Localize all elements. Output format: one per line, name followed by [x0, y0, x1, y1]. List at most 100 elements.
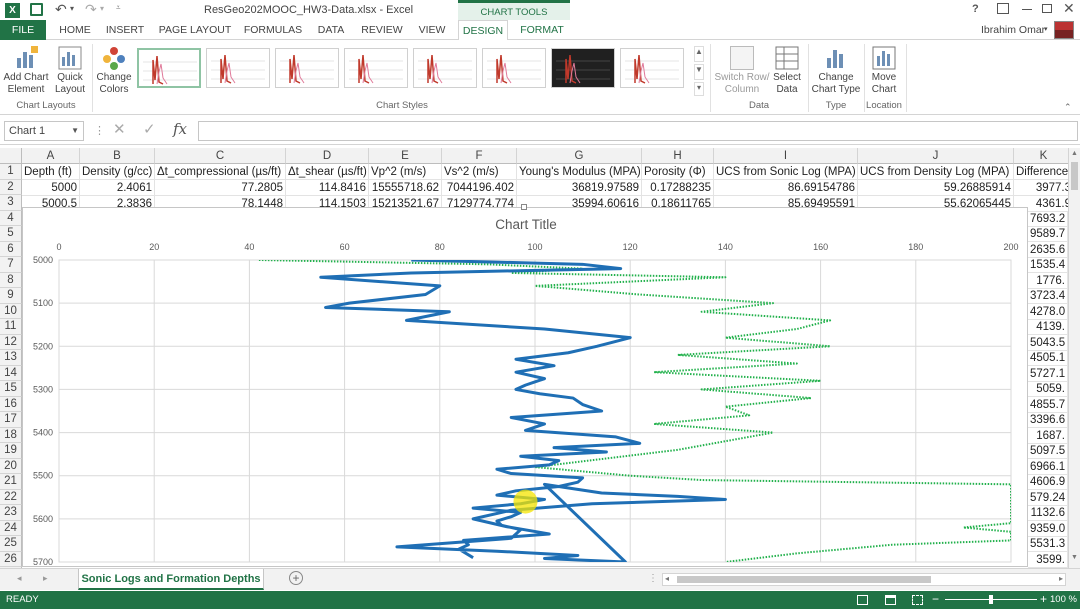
close-button[interactable]: ✕ [1063, 0, 1075, 17]
data-cell[interactable]: 86.69154786 [714, 180, 858, 196]
help-button[interactable]: ? [972, 3, 979, 15]
column-header[interactable]: A [22, 148, 80, 164]
row-header[interactable]: 19 [0, 443, 22, 459]
row-header[interactable]: 3 [0, 195, 22, 211]
undo-dropdown-icon[interactable]: ▾ [70, 4, 74, 13]
row-header[interactable]: 11 [0, 319, 22, 335]
row-header[interactable]: 1 [0, 164, 22, 180]
data-cell[interactable]: 3723.4 [1028, 288, 1068, 304]
zoom-slider-thumb[interactable] [989, 595, 993, 604]
chart-style-thumbnail[interactable] [413, 48, 477, 88]
row-header[interactable]: 16 [0, 396, 22, 412]
column-header[interactable]: E [369, 148, 442, 164]
redo-dropdown-icon[interactable]: ▾ [100, 4, 104, 13]
row-header[interactable]: 7 [0, 257, 22, 273]
data-cell[interactable]: 4505.1 [1028, 350, 1068, 366]
data-cell[interactable]: 5043.5 [1028, 334, 1068, 351]
chart-style-thumbnail[interactable] [620, 48, 684, 88]
enter-icon[interactable]: ✓ [143, 120, 156, 138]
chart-plot[interactable]: 0 20 40 60 80 100 120 140 160 180 200 5000 5100 5200 5… [23, 208, 1027, 566]
header-cell[interactable]: Young's Modulus (MPA) [517, 164, 642, 180]
data-cell[interactable]: 9359.0 [1028, 520, 1068, 537]
tab-insert[interactable]: INSERT [102, 20, 148, 40]
header-cell[interactable]: Vs^2 (m/s) [442, 164, 517, 180]
avatar[interactable] [1054, 21, 1074, 39]
column-header[interactable]: C [155, 148, 286, 164]
tab-review[interactable]: REVIEW [360, 20, 404, 40]
row-header[interactable]: 21 [0, 474, 22, 490]
data-cell[interactable]: 59.26885914 [858, 180, 1014, 196]
h-scroll-left-icon[interactable]: ◂ [665, 574, 669, 583]
customize-toolbar-icon[interactable]: ⩡ [116, 3, 121, 13]
data-cell[interactable]: 36819.97589 [517, 180, 642, 196]
quick-layout-button[interactable]: Quick Layout [52, 72, 88, 96]
chart-style-thumbnail[interactable] [137, 48, 201, 88]
h-scroll-thumb[interactable] [677, 576, 931, 583]
header-cell[interactable]: Δt_compressional (µs/ft) [155, 164, 286, 180]
tab-formulas[interactable]: FORMULAS [242, 20, 304, 40]
data-cell[interactable]: 4606.9 [1028, 474, 1068, 490]
user-name[interactable]: Ibrahim Omar [981, 24, 1045, 36]
header-cell[interactable]: Density (g/cc) [80, 164, 155, 180]
data-cell[interactable]: 7044196.402 [442, 180, 517, 196]
data-cell[interactable]: 5000 [22, 180, 80, 196]
data-cell[interactable]: 5059. [1028, 381, 1068, 397]
row-header[interactable]: 6 [0, 241, 22, 257]
row-header[interactable]: 17 [0, 412, 22, 428]
undo-icon[interactable]: ↶ [55, 1, 67, 18]
ribbon-display-options-icon[interactable] [997, 3, 1009, 14]
zoom-out-icon[interactable]: − [932, 592, 939, 606]
column-header[interactable]: K [1014, 148, 1068, 164]
row-header[interactable]: 8 [0, 272, 22, 288]
formula-input[interactable] [198, 121, 1078, 141]
tab-data[interactable]: DATA [313, 20, 349, 40]
scroll-up-icon[interactable]: ▲ [1071, 150, 1078, 157]
header-cell[interactable]: Vp^2 (m/s) [369, 164, 442, 180]
zoom-in-icon[interactable]: + [1040, 592, 1047, 606]
data-cell[interactable]: 77.2805 [155, 180, 286, 196]
sheet-tab-active[interactable]: Sonic Logs and Formation Depths [78, 569, 264, 590]
column-header[interactable]: D [286, 148, 369, 164]
data-cell[interactable]: 5531.3 [1028, 536, 1068, 552]
chart-style-thumbnail[interactable] [206, 48, 270, 88]
column-header[interactable]: F [442, 148, 517, 164]
header-cell[interactable]: Depth (ft) [22, 164, 80, 180]
header-cell[interactable]: Porosity (Φ) [642, 164, 714, 180]
chart-style-thumbnail[interactable] [551, 48, 615, 88]
zoom-slider[interactable] [945, 595, 1037, 604]
tab-view[interactable]: VIEW [414, 20, 450, 40]
move-chart-button[interactable]: Move Chart [864, 72, 904, 96]
row-header[interactable]: 25 [0, 536, 22, 552]
data-cell[interactable]: 0.17288235 [642, 180, 714, 196]
add-sheet-icon[interactable]: + [289, 571, 303, 585]
select-all-corner[interactable] [0, 148, 22, 164]
row-header[interactable]: 9 [0, 288, 22, 304]
data-cell[interactable]: 3396.6 [1028, 412, 1068, 428]
scroll-thumb[interactable] [1071, 162, 1078, 190]
tab-home[interactable]: HOME [52, 20, 98, 40]
chart-area[interactable]: Chart Title 0 20 40 60 80 100 120 140 160 180 200 5… [22, 204, 1028, 567]
data-cell[interactable]: 5097.5 [1028, 443, 1068, 459]
series-2-line[interactable] [258, 260, 1011, 562]
horizontal-scrollbar[interactable]: ◂ ▸ [662, 573, 1066, 586]
column-header[interactable]: H [642, 148, 714, 164]
row-header[interactable]: 13 [0, 350, 22, 366]
row-header[interactable]: 12 [0, 334, 22, 350]
row-header[interactable]: 23 [0, 505, 22, 521]
select-data-button[interactable]: Select Data [768, 72, 806, 96]
user-menu-chevron-icon[interactable]: ▾ [1044, 25, 1048, 33]
gallery-scroll-down-icon[interactable]: ▼ [694, 64, 704, 80]
column-header[interactable]: I [714, 148, 858, 164]
restore-button[interactable] [1042, 4, 1052, 13]
data-cell[interactable]: 6966.1 [1028, 458, 1068, 475]
collapse-ribbon-icon[interactable]: ⌃ [1064, 102, 1072, 113]
tab-format[interactable]: FORMAT [514, 20, 570, 40]
gallery-more-icon[interactable]: ▾ [694, 82, 704, 96]
name-box[interactable]: Chart 1 ▼ [4, 121, 84, 141]
data-cell[interactable]: 1776. [1028, 272, 1068, 289]
gallery-scroll-up-icon[interactable]: ▲ [694, 46, 704, 62]
h-scroll-right-icon[interactable]: ▸ [1059, 574, 1063, 583]
change-chart-type-button[interactable]: Change Chart Type [810, 72, 862, 96]
data-cell[interactable]: 7693.2 [1028, 210, 1068, 227]
chart-style-thumbnail[interactable] [275, 48, 339, 88]
